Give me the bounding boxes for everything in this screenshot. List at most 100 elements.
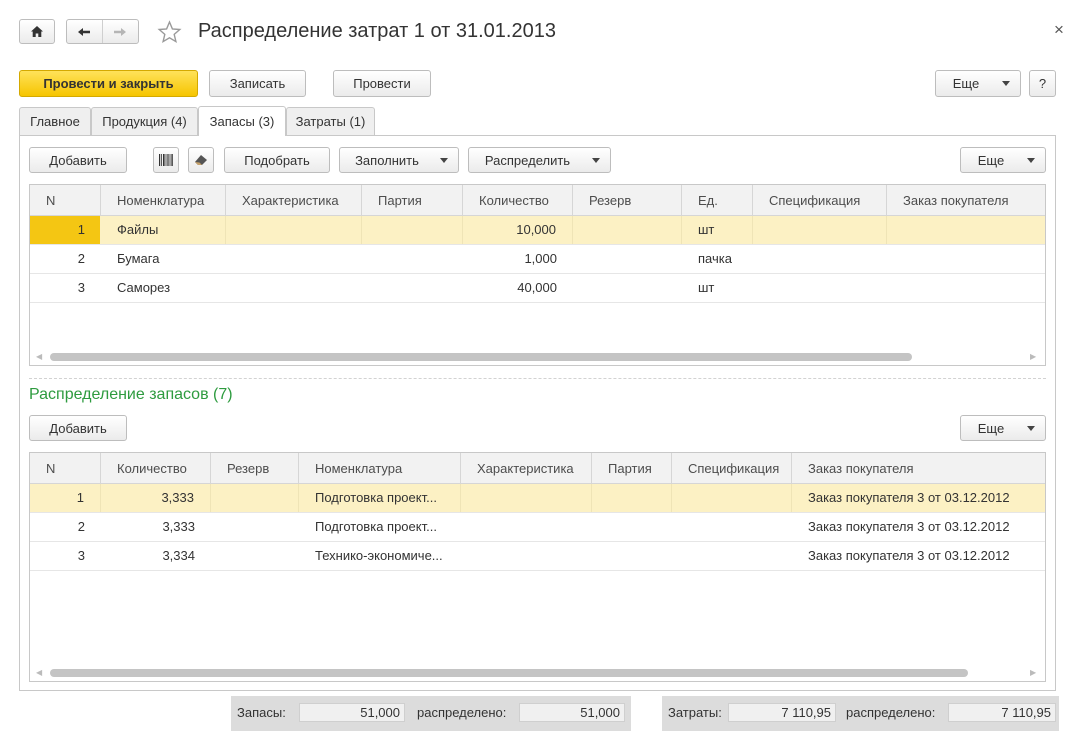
scroll-right-icon[interactable]: ▶	[1030, 352, 1036, 361]
chevron-down-icon	[440, 157, 448, 163]
save-button[interactable]: Записать	[209, 70, 306, 97]
eraser-icon	[195, 155, 207, 165]
col-specification[interactable]: Спецификация	[672, 453, 792, 484]
characteristic-cell	[461, 484, 592, 512]
col-characteristic[interactable]: Характеристика	[461, 453, 592, 484]
customer-order-cell: Заказ покупателя 3 от 03.12.2012	[808, 548, 1010, 563]
table-row[interactable]: 3 3,334 Технико-экономиче... Заказ покуп…	[30, 542, 1045, 571]
costs-total-field: 7 110,95	[728, 703, 836, 722]
col-reserve[interactable]: Резерв	[573, 185, 682, 216]
arrow-right-icon	[114, 27, 127, 36]
select-button[interactable]: Подобрать	[224, 147, 330, 173]
home-icon	[31, 26, 43, 37]
quantity-cell: 40,000	[517, 280, 557, 295]
page-title: Распределение затрат 1 от 31.01.2013	[198, 20, 556, 42]
post-and-close-button[interactable]: Провести и закрыть	[19, 70, 198, 97]
distribute-menu-button[interactable]: Распределить	[468, 147, 611, 173]
item-cell: Бумага	[117, 251, 160, 266]
save-label: Записать	[229, 76, 286, 91]
distribution-title: Распределение запасов (7)	[29, 386, 233, 403]
horizontal-scrollbar[interactable]	[50, 669, 968, 677]
tab-costs-label: Затраты (1)	[295, 114, 366, 129]
horizontal-scrollbar[interactable]	[50, 353, 912, 361]
table-row[interactable]: 1 3,333 Подготовка проект... Заказ покуп…	[30, 484, 1045, 513]
eraser-button[interactable]	[188, 147, 214, 173]
fill-menu-button[interactable]: Заполнить	[339, 147, 459, 173]
post-button[interactable]: Провести	[333, 70, 431, 97]
item-cell: Файлы	[101, 216, 226, 244]
col-batch[interactable]: Партия	[362, 185, 463, 216]
col-quantity[interactable]: Количество	[101, 453, 211, 484]
star-icon[interactable]	[157, 20, 182, 44]
tab-products-label: Продукция (4)	[102, 114, 187, 129]
fill-label: Заполнить	[355, 152, 419, 168]
add-inventory-label: Добавить	[49, 152, 107, 168]
home-button[interactable]	[19, 19, 55, 44]
col-unit[interactable]: Ед.	[682, 185, 753, 216]
section-divider	[29, 378, 1046, 379]
quantity-cell: 1,000	[524, 251, 557, 266]
col-characteristic[interactable]: Характеристика	[226, 185, 362, 216]
row-number: 1	[30, 484, 101, 512]
specification-cell	[753, 216, 887, 244]
table-row[interactable]: 2 Бумага 1,000 пачка	[30, 245, 1045, 274]
table-row[interactable]: 3 Саморез 40,000 шт	[30, 274, 1045, 303]
scroll-right-icon[interactable]: ▶	[1030, 668, 1036, 677]
table-row[interactable]: 2 3,333 Подготовка проект... Заказ покуп…	[30, 513, 1045, 542]
costs-total-label: Затраты:	[668, 705, 722, 720]
help-button[interactable]: ?	[1029, 70, 1056, 97]
barcode-button[interactable]	[153, 147, 179, 173]
chevron-down-icon	[592, 157, 600, 163]
more-menu-button[interactable]: Еще	[935, 70, 1021, 97]
col-reserve[interactable]: Резерв	[211, 453, 299, 484]
characteristic-cell	[226, 216, 362, 244]
item-cell: Саморез	[117, 280, 171, 295]
distribution-table: N Количество Резерв Номенклатура Характе…	[29, 452, 1046, 682]
tab-costs[interactable]: Затраты (1)	[286, 107, 375, 135]
reserve-cell	[573, 216, 682, 244]
inventory-more-button[interactable]: Еще	[960, 147, 1046, 173]
arrow-left-icon	[78, 27, 91, 36]
tab-inventory[interactable]: Запасы (3)	[198, 106, 286, 136]
quantity-cell: 3,333	[101, 484, 211, 512]
distribution-more-button[interactable]: Еще	[960, 415, 1046, 441]
col-n[interactable]: N	[30, 185, 101, 216]
col-specification[interactable]: Спецификация	[753, 185, 887, 216]
add-distribution-button[interactable]: Добавить	[29, 415, 127, 441]
quantity-cell: 3,334	[162, 548, 195, 563]
inventory-table: N Номенклатура Характеристика Партия Кол…	[29, 184, 1046, 366]
barcode-icon	[159, 154, 173, 166]
scroll-left-icon[interactable]: ◀	[36, 352, 42, 361]
row-number: 2	[77, 519, 85, 534]
tab-main-label: Главное	[30, 114, 80, 129]
inventory-table-header: N Номенклатура Характеристика Партия Кол…	[30, 185, 1045, 216]
col-n[interactable]: N	[30, 453, 101, 484]
col-customer-order[interactable]: Заказ покупателя	[792, 453, 1045, 484]
col-item[interactable]: Номенклатура	[101, 185, 226, 216]
col-customer-order[interactable]: Заказ покупателя	[887, 185, 1045, 216]
chevron-down-icon	[1002, 81, 1010, 86]
tab-products[interactable]: Продукция (4)	[91, 107, 198, 135]
row-number: 2	[77, 251, 85, 266]
reserve-cell	[211, 484, 299, 512]
back-button[interactable]	[67, 20, 103, 43]
tab-main[interactable]: Главное	[19, 107, 91, 135]
inventory-total-label: Запасы:	[237, 705, 286, 720]
distribution-more-label: Еще	[977, 420, 1005, 436]
unit-cell: шт	[682, 216, 753, 244]
forward-button[interactable]	[103, 20, 139, 43]
col-quantity[interactable]: Количество	[463, 185, 573, 216]
col-batch[interactable]: Партия	[592, 453, 672, 484]
col-item[interactable]: Номенклатура	[299, 453, 461, 484]
close-icon[interactable]: ×	[1054, 20, 1064, 40]
unit-cell: шт	[698, 280, 715, 295]
inventory-distributed-field: 51,000	[519, 703, 625, 722]
chevron-down-icon	[1027, 157, 1035, 163]
add-inventory-button[interactable]: Добавить	[29, 147, 127, 173]
nav-buttons	[66, 19, 139, 44]
row-number: 3	[77, 548, 85, 563]
scroll-left-icon[interactable]: ◀	[36, 668, 42, 677]
chevron-down-icon	[1027, 425, 1035, 431]
table-row[interactable]: 1 Файлы 10,000 шт	[30, 216, 1045, 245]
more-label: Еще	[952, 76, 980, 91]
